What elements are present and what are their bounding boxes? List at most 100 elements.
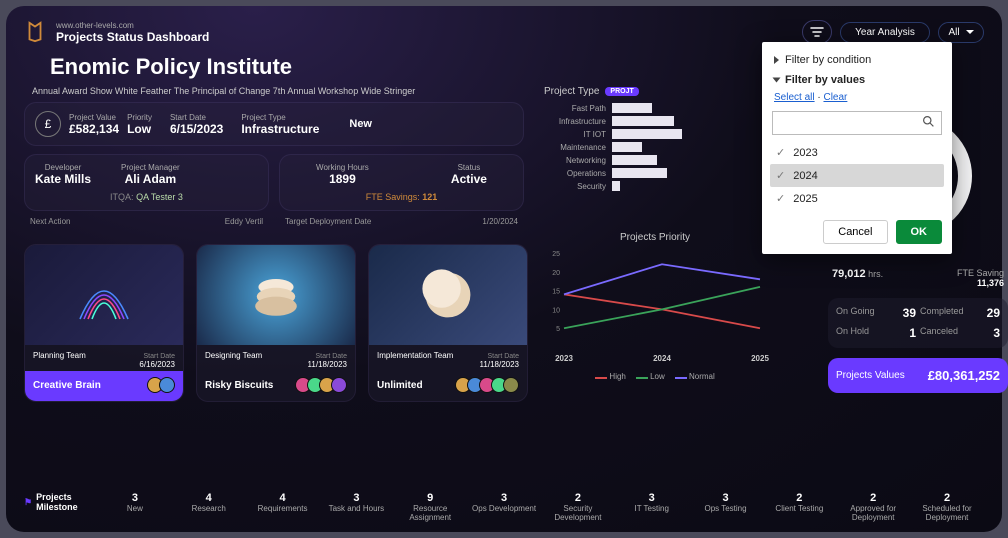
kpi-label: Project Type	[241, 113, 319, 122]
legend-item: Low	[636, 372, 665, 381]
target-date-value: 1/20/2024	[482, 217, 518, 226]
bar-label: Fast Path	[544, 104, 606, 113]
filter-cond-label: Filter by condition	[785, 54, 871, 66]
milestone-label: IT Testing	[615, 504, 689, 513]
filter-option[interactable]: ✓ 2025	[770, 187, 944, 210]
check-icon: ✓	[776, 146, 785, 159]
milestone-label: Resource Assignment	[393, 504, 467, 522]
milestone-item: 2Security Development	[541, 492, 615, 522]
milestone-count: 4	[172, 492, 246, 504]
kpi-value: £582,134	[69, 122, 119, 136]
fte-saving-label: FTE Saving	[957, 268, 1004, 278]
start-date-value: 11/18/2023	[308, 360, 347, 369]
milestone-count: 3	[98, 492, 172, 504]
filter-options-list: ✓2023✓2024 ✓ 2025	[762, 141, 952, 210]
milestone-label: New	[98, 504, 172, 513]
itqa-label: ITQA:	[110, 192, 134, 202]
stat-label: On Hold	[836, 326, 869, 340]
people-card-left: DeveloperKate Mills Project ManagerAli A…	[24, 154, 269, 211]
avatar	[331, 377, 347, 393]
stat-grid: On Going39 Completed29 On Hold1 Canceled…	[828, 298, 1008, 348]
brand-title: Projects Status Dashboard	[56, 30, 209, 44]
bar	[612, 181, 620, 191]
kpi-value: Active	[451, 172, 487, 186]
hours-unit: hrs.	[868, 269, 883, 279]
chevron-down-icon	[966, 30, 974, 34]
year-analysis-button[interactable]: Year Analysis	[840, 22, 930, 43]
milestone-count: 2	[910, 492, 984, 504]
bar	[612, 168, 667, 178]
fte-label: FTE Savings:	[366, 192, 420, 202]
team-image	[25, 245, 183, 345]
bar	[612, 116, 674, 126]
team-card[interactable]: Implementation TeamStart Date11/18/2023 …	[368, 244, 528, 402]
bar-label: Security	[544, 182, 606, 191]
svg-text:2024: 2024	[653, 354, 671, 363]
dashboard-frame: www.other-levels.com Projects Status Das…	[6, 6, 1002, 532]
svg-text:2025: 2025	[751, 354, 769, 363]
filter-option[interactable]: ✓2024	[770, 164, 944, 187]
bar-label: Networking	[544, 156, 606, 165]
team-brand: Unlimited	[377, 380, 423, 391]
team-brand: Risky Biscuits	[205, 380, 273, 391]
stat-value: 3	[993, 326, 1000, 340]
start-date-value: 6/16/2023	[139, 360, 175, 369]
svg-text:2023: 2023	[555, 354, 573, 363]
filter-search[interactable]	[772, 111, 942, 135]
milestone-item: 3Task and Hours	[319, 492, 393, 522]
cancel-button[interactable]: Cancel	[823, 220, 887, 244]
filter-option[interactable]: ✓2023	[770, 141, 944, 164]
milestone-item: 2Scheduled for Deployment	[910, 492, 984, 522]
ok-button[interactable]: OK	[896, 220, 943, 244]
milestone-count: 3	[615, 492, 689, 504]
select-all-link[interactable]: Select all	[774, 92, 815, 103]
team-card[interactable]: Planning TeamStart Date6/16/2023 Creativ…	[24, 244, 184, 402]
svg-text:5: 5	[556, 326, 560, 333]
fte-value: 121	[422, 192, 437, 202]
pv-value: £80,361,252	[928, 368, 1000, 383]
milestone-count: 2	[762, 492, 836, 504]
start-date-label: Start Date	[143, 353, 175, 360]
year-analysis-label: Year Analysis	[855, 27, 915, 38]
milestone-count: 4	[246, 492, 320, 504]
itqa-value: QA Tester 3	[136, 192, 183, 202]
kpi-value: Ali Adam	[125, 172, 177, 186]
next-row: Next ActionEddy Vertil Target Deployment…	[24, 217, 524, 226]
kpi-label: Developer	[45, 163, 81, 172]
filter-search-input[interactable]	[779, 117, 922, 129]
new-badge: New	[337, 112, 384, 136]
filter-by-condition[interactable]: Filter by condition	[762, 50, 952, 70]
all-dropdown[interactable]: All	[938, 22, 984, 43]
bar-label: Maintenance	[544, 143, 606, 152]
milestone-item: 3IT Testing	[615, 492, 689, 522]
filter-popover: Filter by condition Filter by values Sel…	[762, 42, 952, 254]
start-date-label: Start Date	[487, 353, 519, 360]
kpi-label: Priority	[127, 113, 152, 122]
milestone-count: 2	[836, 492, 910, 504]
team-card[interactable]: Designing TeamStart Date11/18/2023 Risky…	[196, 244, 356, 402]
milestone-label: Ops Testing	[689, 504, 763, 513]
filter-by-values[interactable]: Filter by values	[762, 70, 952, 90]
filter-icon-button[interactable]	[802, 20, 832, 44]
kpi-label: Status	[458, 163, 481, 172]
team-name: Designing Team	[205, 351, 262, 369]
filter-option-label: 2025	[793, 193, 817, 205]
milestone-title: Projects Milestone	[36, 492, 94, 512]
right-panel: 79,012 hrs. FTE Saving11,376 On Going39 …	[828, 266, 1008, 393]
caret-right-icon	[774, 56, 779, 64]
avatar	[159, 377, 175, 393]
milestone-item: 4Requirements	[246, 492, 320, 522]
milestone-label: Requirements	[246, 504, 320, 513]
check-icon: ✓	[776, 192, 785, 205]
flag-icon: ⚑	[24, 497, 32, 508]
projt-badge: PROJT	[605, 87, 638, 96]
team-brand: Creative Brain	[33, 380, 101, 391]
bar	[612, 155, 657, 165]
target-date-label: Target Deployment Date	[285, 217, 371, 226]
stat-label: Canceled	[920, 326, 958, 340]
clear-link[interactable]: Clear	[823, 92, 847, 103]
filter-bar: Year Analysis All	[802, 20, 984, 44]
milestone-item: 3New	[98, 492, 172, 522]
milestone-count: 3	[319, 492, 393, 504]
team-name: Implementation Team	[377, 351, 453, 369]
